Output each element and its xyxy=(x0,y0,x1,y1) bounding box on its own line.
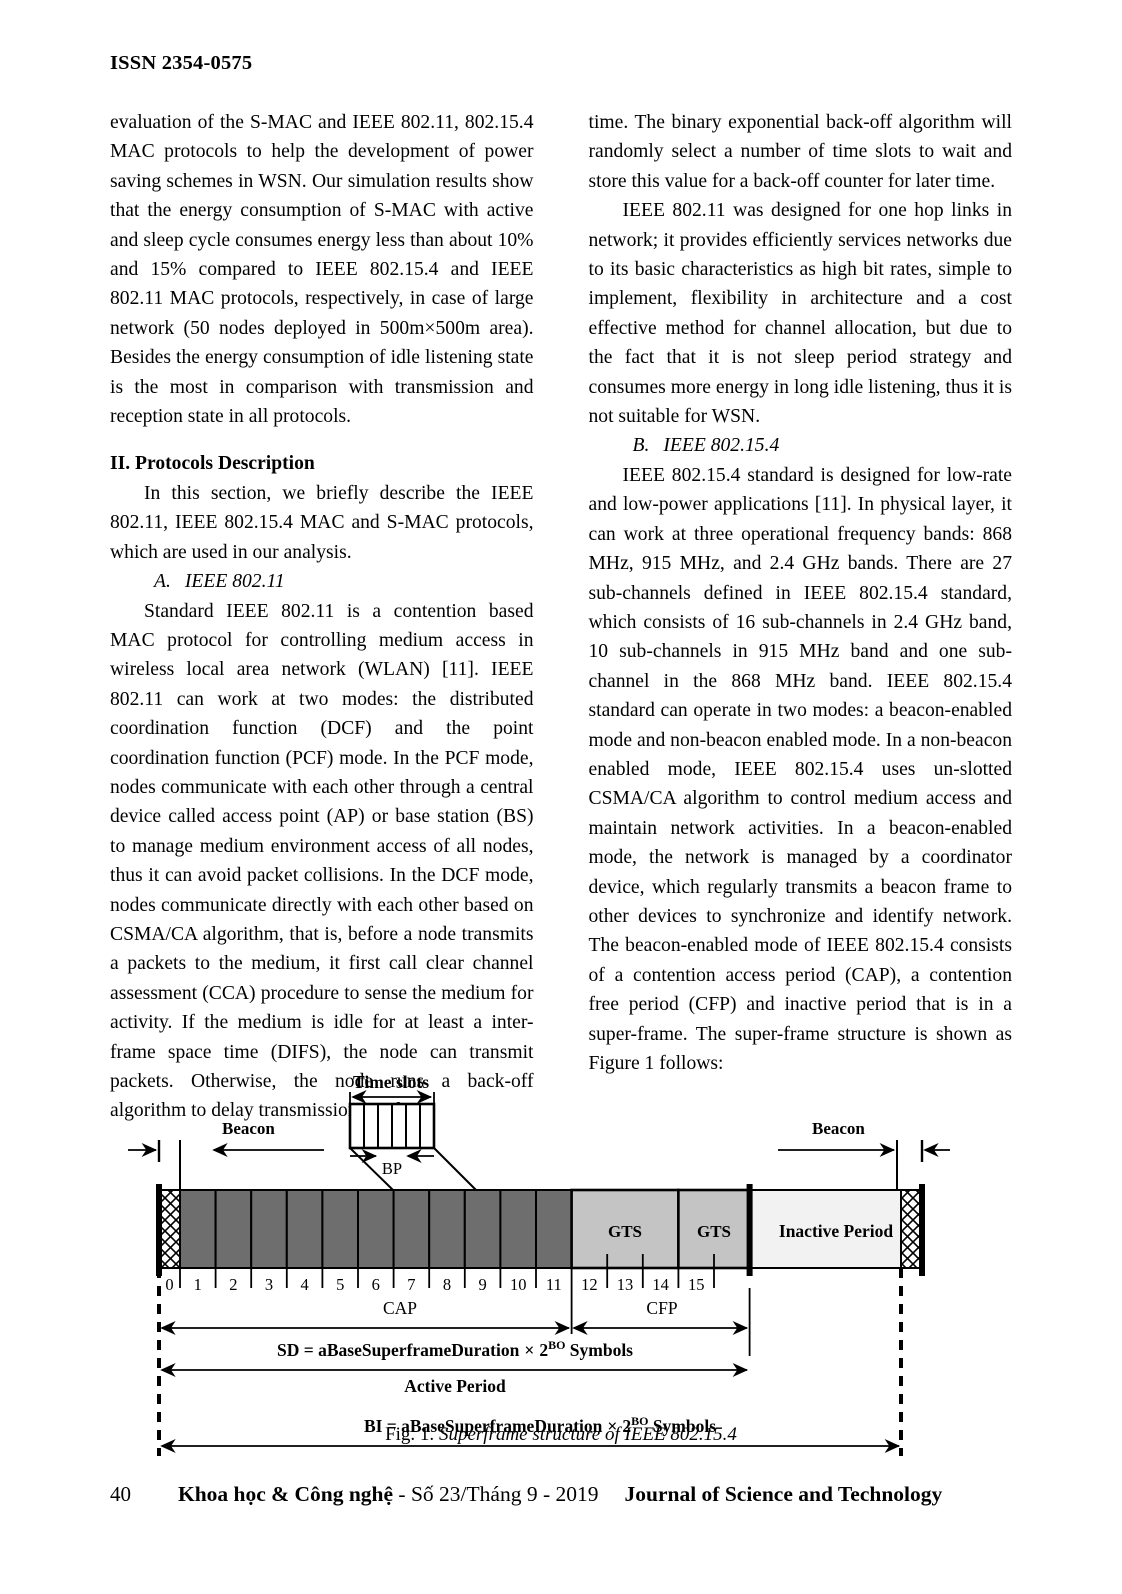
subsection-a-letter: A. xyxy=(154,571,171,593)
svg-text:12: 12 xyxy=(581,1275,598,1294)
svg-text:11: 11 xyxy=(546,1275,562,1294)
svg-text:13: 13 xyxy=(617,1275,634,1294)
beacon-slot-right xyxy=(900,1189,923,1269)
footer-journal-english: Journal of Science and Technology xyxy=(624,1482,943,1506)
figure-label-cap: CAP xyxy=(383,1298,417,1318)
two-column-body: evaluation of the S-MAC and IEEE 802.11,… xyxy=(110,108,1012,1126)
svg-text:8: 8 xyxy=(443,1275,451,1294)
figure-label-active-period: Active Period xyxy=(404,1376,506,1396)
left-column: evaluation of the S-MAC and IEEE 802.11,… xyxy=(110,108,534,1126)
svg-text:14: 14 xyxy=(652,1275,669,1294)
footer-journal-vi-issue: - Số 23/Tháng 9 - 2019 xyxy=(393,1482,599,1506)
slot-number-labels: 0 1 2 3 4 5 6 7 8 9 10 11 12 13 14 15 xyxy=(165,1275,704,1294)
figure-label-gts-1: GTS xyxy=(608,1222,642,1241)
figure-label-inactive-period: Inactive Period xyxy=(779,1221,893,1241)
svg-text:9: 9 xyxy=(478,1275,486,1294)
paragraph-ieee-802154: IEEE 802.15.4 standard is designed for l… xyxy=(588,464,1013,1074)
paragraph-intro: In this section, we briefly describe the… xyxy=(110,482,534,563)
figure-caption-text: Superframe structure of IEEE 802.15.4 xyxy=(438,1424,737,1445)
svg-text:3: 3 xyxy=(265,1275,273,1294)
svg-text:1: 1 xyxy=(194,1275,202,1294)
beacon-slot-left xyxy=(158,1189,181,1269)
document-page: ISSN 2354-0575 evaluation of the S-MAC a… xyxy=(0,0,1122,1594)
svg-text:2: 2 xyxy=(229,1275,237,1294)
figure-1-superframe-structure: Time slots BP Beacon Beacon GTS GTS Inac… xyxy=(110,1066,1012,1456)
svg-text:6: 6 xyxy=(372,1275,380,1294)
right-column: time. The binary exponential back-off al… xyxy=(589,108,1013,1126)
cap-slots-group xyxy=(179,1189,573,1269)
svg-text:5: 5 xyxy=(336,1275,344,1294)
paragraph-ieee-80211-design: IEEE 802.11 was designed for one hop lin… xyxy=(588,200,1013,428)
subsection-heading-b: B. IEEE 802.15.4 xyxy=(589,431,1013,460)
paragraph-backoff-continuation: time. The binary exponential back-off al… xyxy=(588,112,1013,192)
figure-label-beacon-left: Beacon xyxy=(222,1119,275,1138)
figure-caption: Fig. 1. Superframe structure of IEEE 802… xyxy=(110,1424,1012,1446)
figure-label-beacon-right: Beacon xyxy=(812,1119,865,1138)
subsection-heading-a: A. IEEE 802.11 xyxy=(110,567,534,596)
figure-label-cfp: CFP xyxy=(646,1298,677,1318)
subsection-b-letter: B. xyxy=(632,435,650,457)
svg-text:7: 7 xyxy=(407,1275,415,1294)
figure-label-bp: BP xyxy=(382,1159,402,1178)
footer-journal-vietnamese: Khoa học & Công nghệ - Số 23/Tháng 9 - 2… xyxy=(178,1482,598,1507)
figure-caption-number: Fig. 1. xyxy=(385,1424,435,1445)
svg-text:10: 10 xyxy=(510,1275,527,1294)
issn-header: ISSN 2354-0575 xyxy=(110,52,253,74)
figure-label-sd-formula: SD = aBaseSuperframeDuration × 2BO Symbols xyxy=(277,1338,633,1360)
figure-label-gts-2: GTS xyxy=(697,1222,731,1241)
paragraph-ieee-80211: Standard IEEE 802.11 is a contention bas… xyxy=(110,600,534,1122)
subsection-b-title: IEEE 802.15.4 xyxy=(663,435,780,457)
footer-journal-vi-bold: Khoa học & Công nghệ xyxy=(178,1482,394,1506)
section-heading-protocols-description: II. Protocols Description xyxy=(110,453,315,475)
paragraph-abstract-continuation: evaluation of the S-MAC and IEEE 802.11,… xyxy=(110,112,534,428)
page-footer: 40 Khoa học & Công nghệ - Số 23/Tháng 9 … xyxy=(110,1482,1012,1507)
subsection-a-title: IEEE 802.11 xyxy=(184,571,285,593)
svg-text:4: 4 xyxy=(300,1275,308,1294)
svg-text:15: 15 xyxy=(688,1275,705,1294)
footer-page-number: 40 xyxy=(110,1482,131,1506)
svg-text:0: 0 xyxy=(165,1275,173,1294)
figure-label-time-slots: Time slots xyxy=(353,1072,429,1092)
